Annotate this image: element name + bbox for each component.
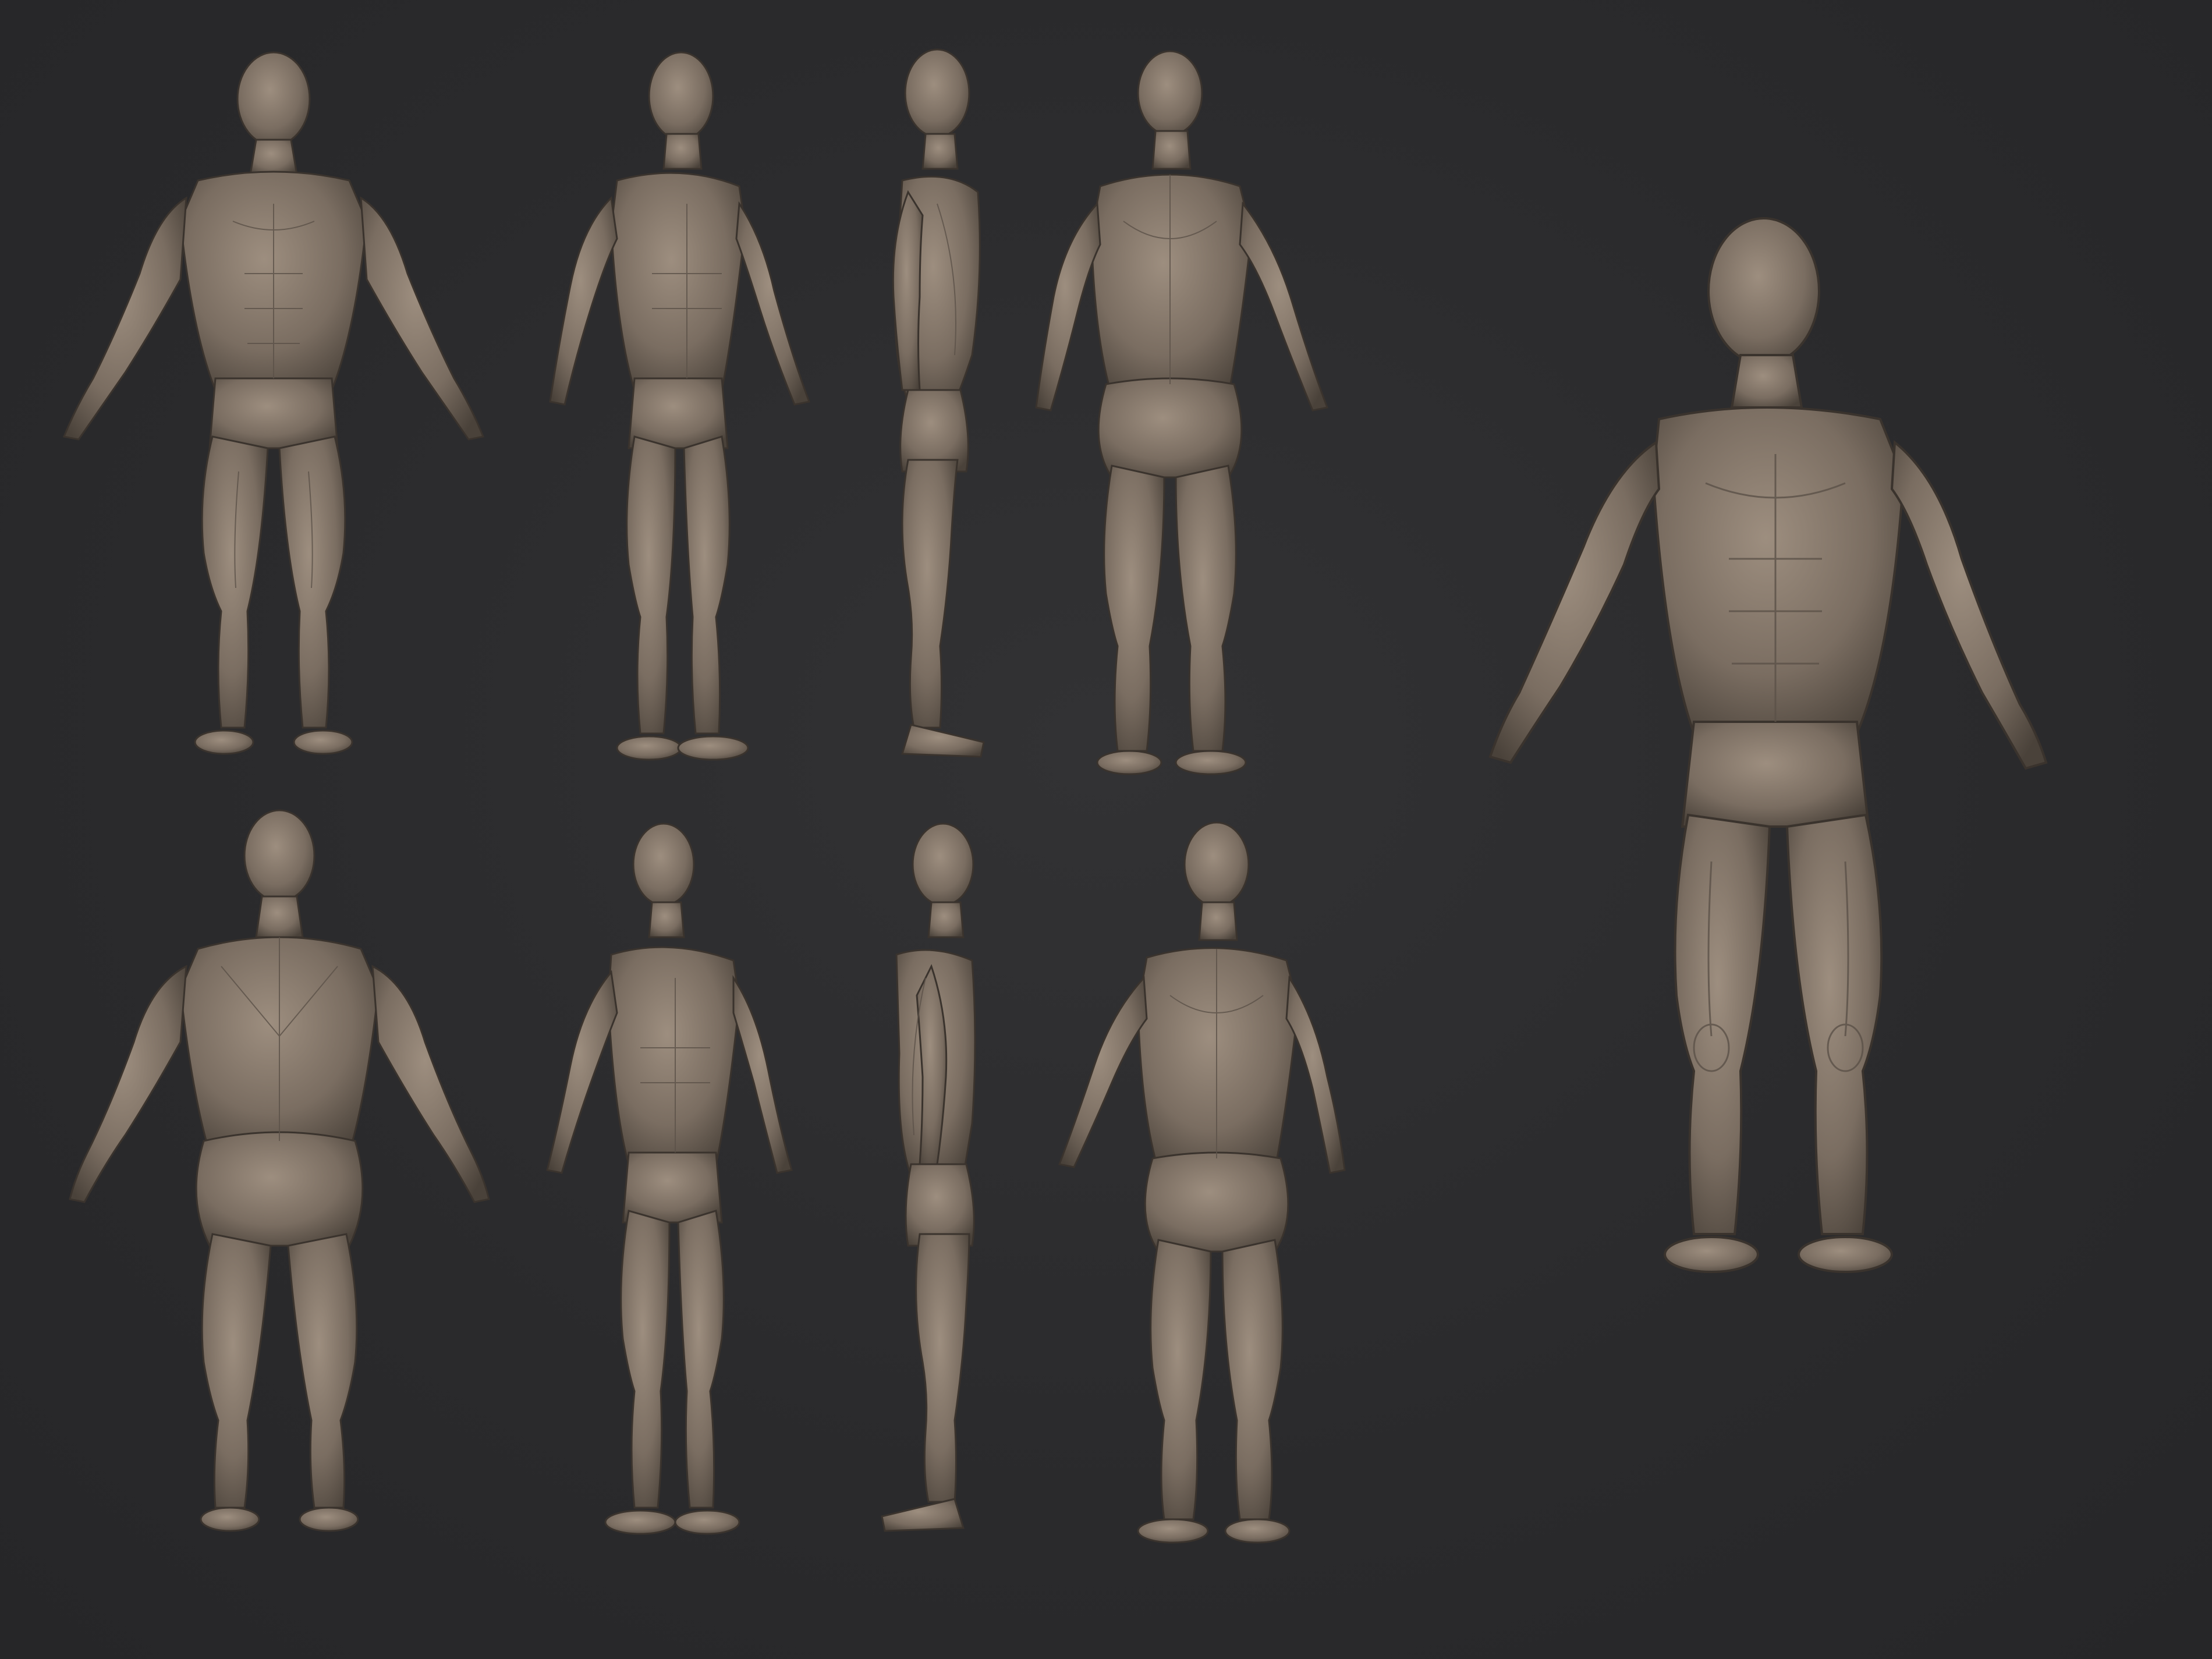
ecorche-three-quarter-back-view-2 [1025, 809, 1397, 1554]
ecorche-three-quarter-front-view [501, 29, 862, 780]
ecorche-three-quarter-front-view-2 [512, 809, 850, 1554]
ecorche-back-view [41, 792, 524, 1537]
ecorche-three-quarter-back-view [995, 35, 1368, 786]
ecorche-perspective-large-view [1438, 210, 2119, 1374]
ecorche-front-view [23, 29, 524, 780]
ecorche-side-view-2 [856, 809, 1030, 1554]
render-canvas [0, 0, 2212, 1659]
